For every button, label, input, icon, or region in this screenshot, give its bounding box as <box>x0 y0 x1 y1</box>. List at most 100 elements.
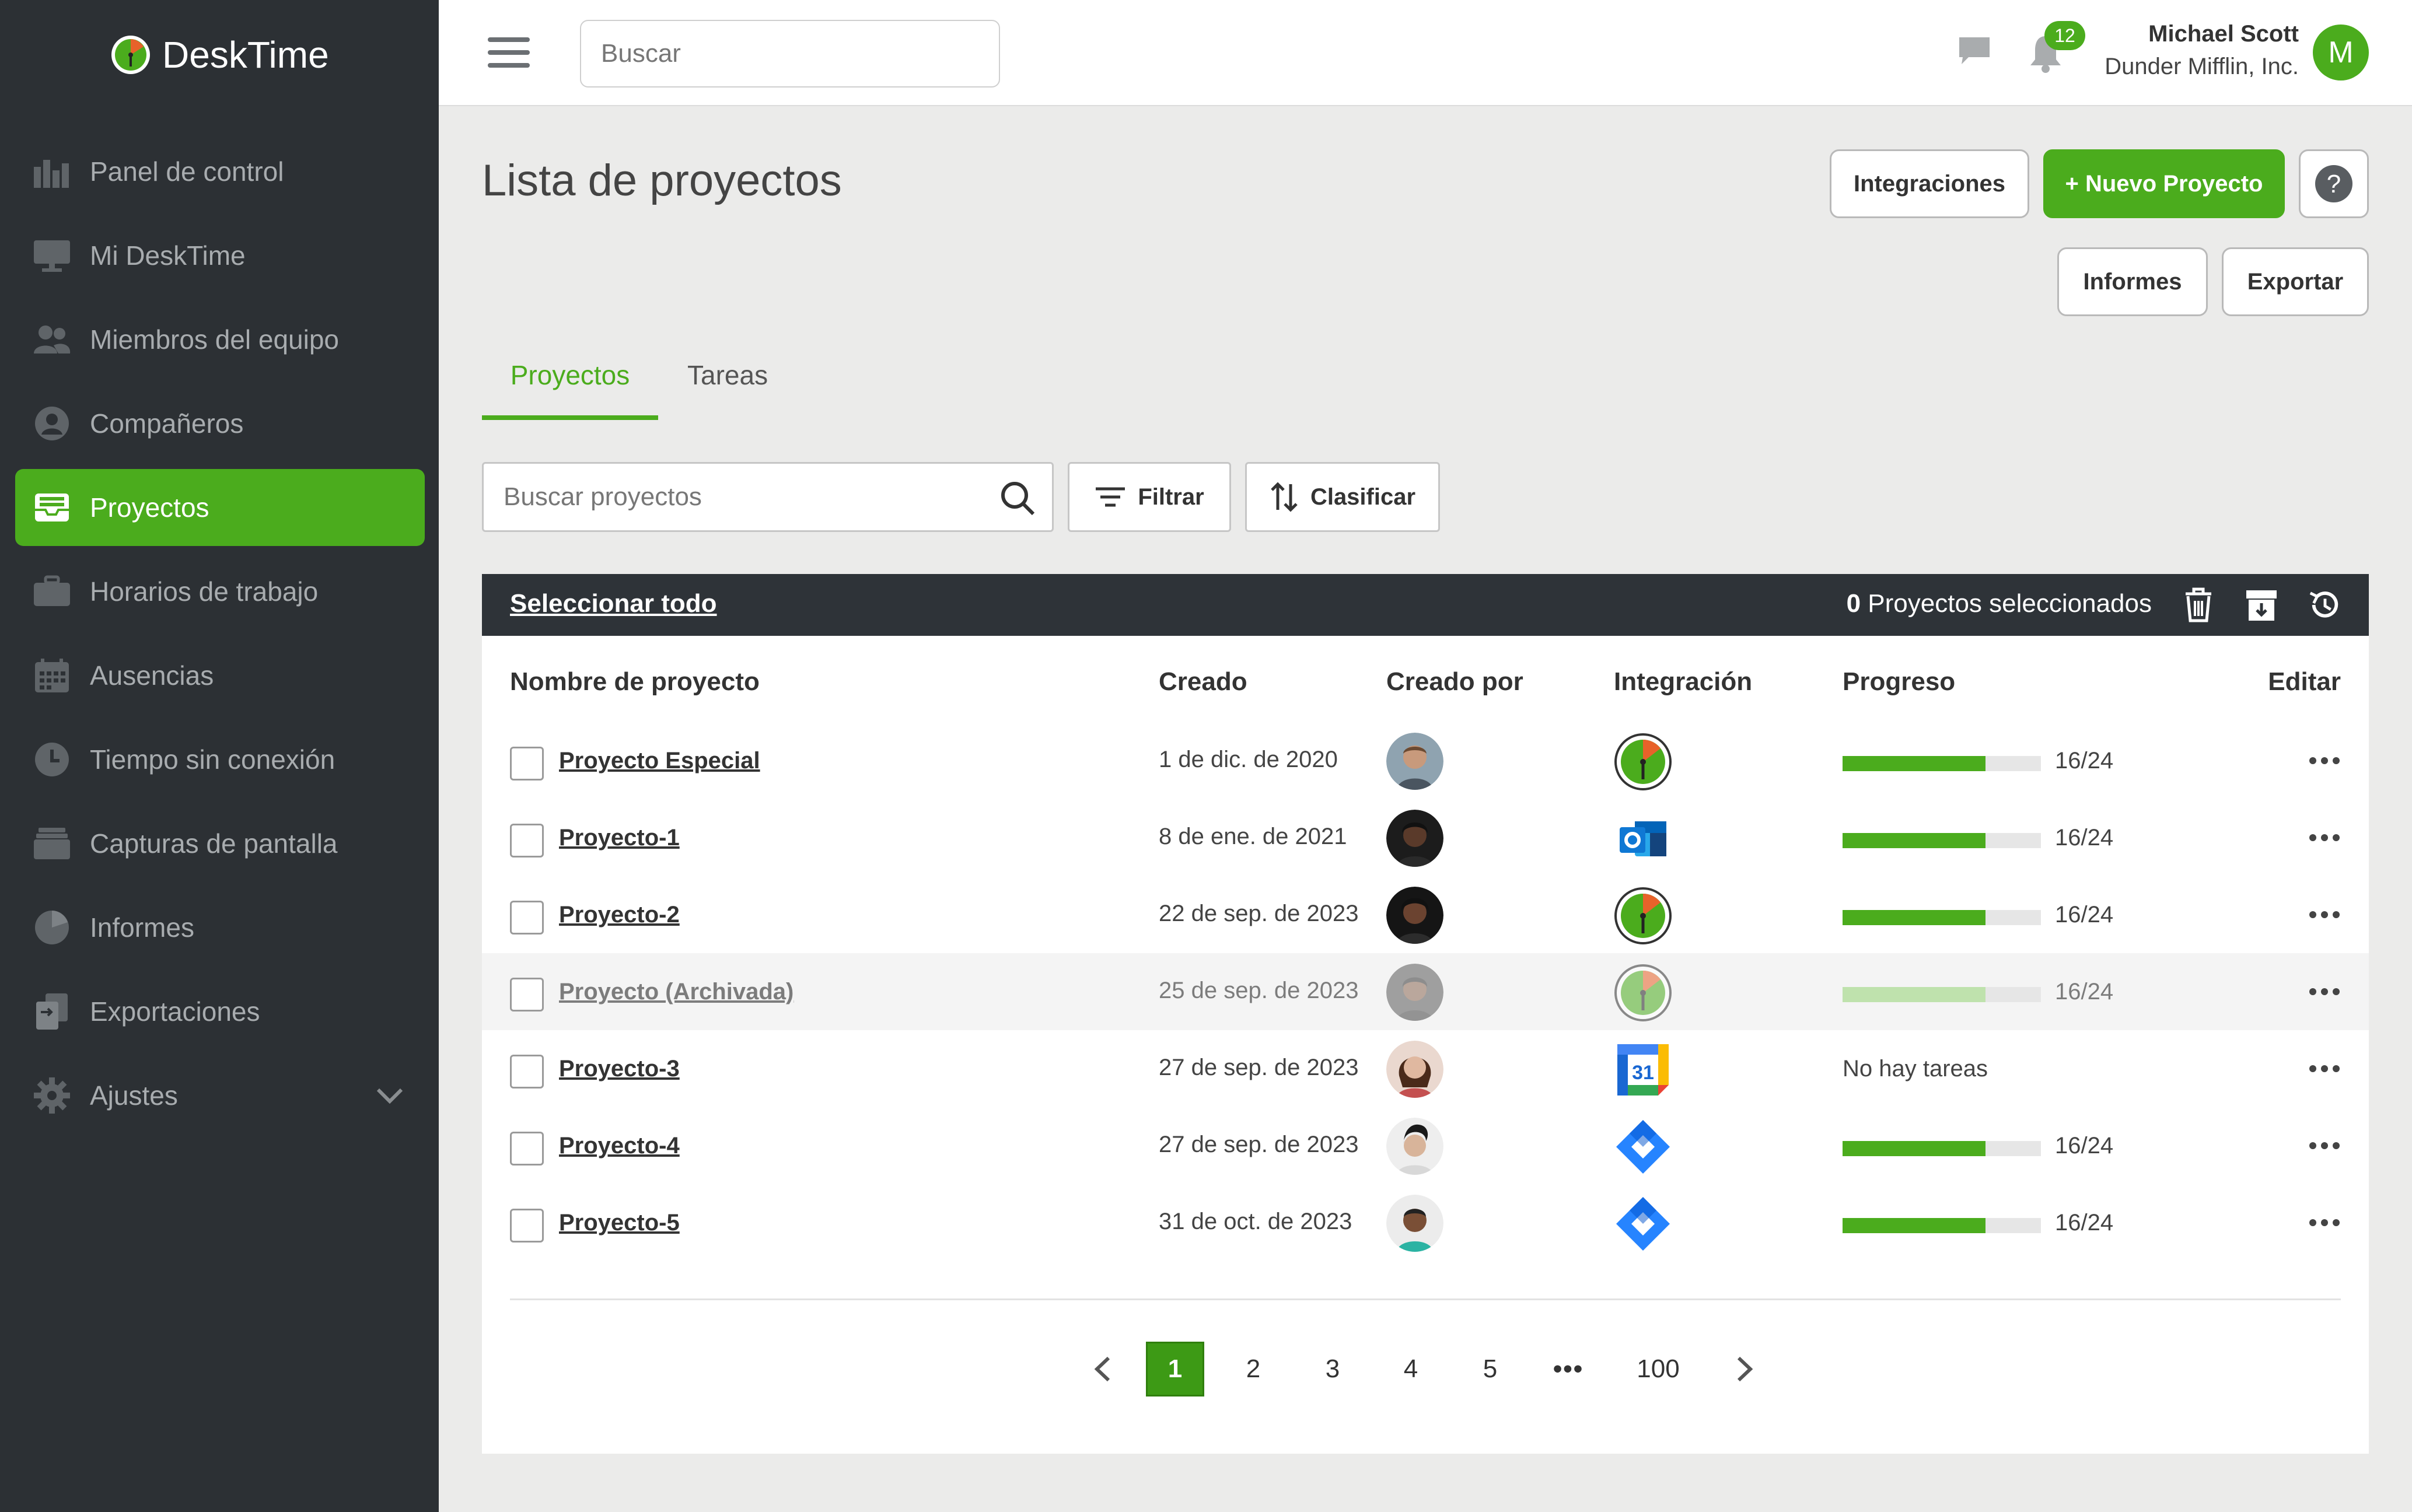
table-row[interactable]: Proyecto-4 27 de sep. de 2023 16/24 <box>482 1107 2369 1184</box>
sidebar: DeskTime Panel de control Mi DeskTime Mi… <box>0 0 439 1512</box>
page-button[interactable]: 3 <box>1303 1342 1362 1396</box>
new-project-button[interactable]: + Nuevo Proyecto <box>2043 149 2285 218</box>
progress-text: 16/24 <box>2055 902 2114 928</box>
creator-avatar[interactable] <box>1386 1041 1443 1098</box>
progress-fill <box>1843 987 1985 1002</box>
sidebar-item-label: Miembros del equipo <box>90 324 340 355</box>
selected-projects-count: 0 Proyectos seleccionados <box>1847 589 2152 618</box>
project-name-link[interactable]: Proyecto (Archivada) <box>559 979 793 1005</box>
more-options-icon[interactable] <box>2308 1217 2341 1228</box>
row-checkbox[interactable] <box>510 901 544 935</box>
project-search-input[interactable]: Buscar proyectos <box>482 462 1054 532</box>
trash-icon[interactable] <box>2181 587 2216 623</box>
screenshots-icon <box>33 824 71 863</box>
creator-avatar[interactable] <box>1386 733 1443 790</box>
column-header-progress[interactable]: Progreso <box>1843 667 1955 696</box>
more-options-icon[interactable] <box>2308 755 2341 766</box>
chevron-left-icon[interactable] <box>1089 1342 1114 1396</box>
history-icon[interactable] <box>2307 587 2342 623</box>
sidebar-item-exports[interactable]: Exportaciones <box>15 973 425 1050</box>
column-header-integration[interactable]: Integración <box>1614 667 1752 696</box>
archive-icon[interactable] <box>2244 587 2279 623</box>
sidebar-item-settings[interactable]: Ajustes <box>15 1057 425 1134</box>
created-date: 1 de dic. de 2020 <box>1159 747 1338 772</box>
project-name-link[interactable]: Proyecto-5 <box>559 1210 680 1236</box>
creator-avatar[interactable] <box>1386 1195 1443 1252</box>
project-name-link[interactable]: Proyecto-4 <box>559 1133 680 1159</box>
creator-avatar[interactable] <box>1386 810 1443 867</box>
more-options-icon[interactable] <box>2308 909 2341 921</box>
row-checkbox[interactable] <box>510 1209 544 1242</box>
row-checkbox[interactable] <box>510 824 544 858</box>
sidebar-item-label: Compañeros <box>90 408 244 439</box>
sidebar-item-work-schedules[interactable]: Horarios de trabajo <box>15 553 425 630</box>
table-row[interactable]: Proyecto-3 27 de sep. de 2023 31 No hay … <box>482 1030 2369 1107</box>
project-name-link[interactable]: Proyecto Especial <box>559 748 760 774</box>
table-row[interactable]: Proyecto-1 8 de ene. de 2021 16/24 <box>482 799 2369 876</box>
row-checkbox[interactable] <box>510 978 544 1012</box>
tab-projects[interactable]: Proyectos <box>482 350 658 420</box>
created-date: 22 de sep. de 2023 <box>1159 901 1359 926</box>
sidebar-item-offline-time[interactable]: Tiempo sin conexión <box>15 721 425 798</box>
table-row[interactable]: Proyecto Especial 1 de dic. de 2020 16/2… <box>482 722 2369 799</box>
page-button[interactable]: 2 <box>1224 1342 1282 1396</box>
search-input[interactable]: Buscar <box>580 20 1000 88</box>
briefcase-icon <box>33 572 71 611</box>
menu-toggle-button[interactable] <box>488 37 530 70</box>
progress-text: 16/24 <box>2055 1133 2114 1158</box>
sidebar-item-label: Tiempo sin conexión <box>90 744 335 775</box>
user-name[interactable]: Michael Scott <box>2148 21 2299 47</box>
column-header-name[interactable]: Nombre de proyecto <box>510 667 760 696</box>
page-button-last[interactable]: 100 <box>1617 1342 1699 1396</box>
table-row[interactable]: Proyecto-2 22 de sep. de 2023 16/24 <box>482 876 2369 953</box>
created-date: 25 de sep. de 2023 <box>1159 978 1359 1003</box>
row-checkbox[interactable] <box>510 747 544 780</box>
project-name-link[interactable]: Proyecto-2 <box>559 902 680 928</box>
sidebar-item-absences[interactable]: Ausencias <box>15 637 425 714</box>
sidebar-item-colleagues[interactable]: Compañeros <box>15 385 425 462</box>
row-checkbox[interactable] <box>510 1055 544 1088</box>
filter-button[interactable]: Filtrar <box>1068 462 1231 532</box>
column-header-created-by[interactable]: Creado por <box>1386 667 1523 696</box>
sidebar-item-projects[interactable]: Proyectos <box>15 469 425 546</box>
search-placeholder: Buscar <box>601 39 681 68</box>
tab-tasks[interactable]: Tareas <box>687 350 816 420</box>
more-options-icon[interactable] <box>2308 986 2341 998</box>
page-button-current[interactable]: 1 <box>1146 1342 1204 1396</box>
more-options-icon[interactable] <box>2308 1140 2341 1152</box>
page-button[interactable]: 4 <box>1382 1342 1440 1396</box>
creator-avatar[interactable] <box>1386 887 1443 944</box>
menu-line <box>488 63 530 68</box>
creator-avatar[interactable] <box>1386 1118 1443 1175</box>
table-row[interactable]: Proyecto-5 31 de oct. de 2023 16/24 <box>482 1184 2369 1261</box>
select-all-link[interactable]: Seleccionar todo <box>510 589 717 618</box>
table-row-archived[interactable]: Proyecto (Archivada) 25 de sep. de 2023 … <box>482 953 2369 1030</box>
chat-icon[interactable] <box>1957 34 1992 69</box>
desktime-logo[interactable]: DeskTime <box>110 33 329 77</box>
filter-label: Filtrar <box>1138 484 1204 510</box>
chevron-down-icon[interactable] <box>376 1084 404 1107</box>
sidebar-item-reports[interactable]: Informes <box>15 889 425 966</box>
sidebar-item-my-desktime[interactable]: Mi DeskTime <box>15 217 425 294</box>
avatar[interactable]: M <box>2313 24 2369 80</box>
project-name-link[interactable]: Proyecto-3 <box>559 1056 680 1082</box>
sidebar-item-team-members[interactable]: Miembros del equipo <box>15 301 425 378</box>
help-button[interactable]: ? <box>2299 149 2369 218</box>
reports-button[interactable]: Informes <box>2057 247 2208 316</box>
integrations-button[interactable]: Integraciones <box>1830 149 2029 218</box>
row-checkbox[interactable] <box>510 1132 544 1166</box>
desktime-logo-icon <box>111 36 150 74</box>
sort-button[interactable]: Clasificar <box>1245 462 1440 532</box>
desktime-integration-icon <box>1614 887 1672 944</box>
chevron-right-icon[interactable] <box>1733 1342 1759 1396</box>
search-icon[interactable] <box>999 480 1036 516</box>
more-options-icon[interactable] <box>2308 832 2341 844</box>
creator-avatar[interactable] <box>1386 964 1443 1021</box>
page-button[interactable]: 5 <box>1461 1342 1519 1396</box>
sidebar-item-dashboard[interactable]: Panel de control <box>15 133 425 210</box>
more-options-icon[interactable] <box>2308 1063 2341 1074</box>
export-button[interactable]: Exportar <box>2222 247 2369 316</box>
sidebar-item-screenshots[interactable]: Capturas de pantalla <box>15 805 425 882</box>
project-name-link[interactable]: Proyecto-1 <box>559 825 680 851</box>
column-header-created[interactable]: Creado <box>1159 667 1247 696</box>
